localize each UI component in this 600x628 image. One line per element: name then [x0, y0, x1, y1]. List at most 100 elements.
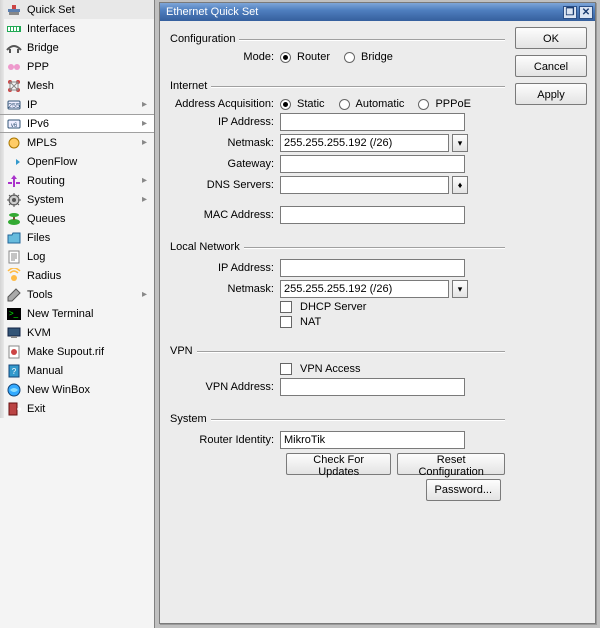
sidebar-item-interfaces[interactable]: Interfaces	[0, 19, 154, 38]
local-netmask-label: Netmask:	[170, 283, 280, 295]
ok-button[interactable]: OK	[515, 27, 587, 49]
vpn-addr-input[interactable]	[280, 378, 465, 396]
sidebar-item-label: IPv6	[27, 118, 142, 130]
mode-bridge-radio[interactable]	[344, 52, 355, 63]
group-title: Configuration	[170, 33, 239, 45]
routing-icon	[6, 173, 22, 189]
sidebar-item-label: Log	[27, 251, 150, 263]
inet-dns-input[interactable]	[280, 176, 449, 194]
acq-auto-label[interactable]: Automatic	[356, 98, 405, 110]
mpls-icon	[6, 135, 22, 151]
system-icon	[6, 192, 22, 208]
inet-gw-input[interactable]	[280, 155, 465, 173]
svg-text:v6: v6	[11, 123, 18, 129]
sidebar-item-label: IP	[27, 99, 142, 111]
quickset-window: Ethernet Quick Set ❐ ✕ Configuration Mod…	[159, 2, 596, 624]
sidebar-item-make-supout-rif[interactable]: Make Supout.rif	[0, 342, 154, 361]
local-ip-input[interactable]	[280, 259, 465, 277]
sidebar-item-new-winbox[interactable]: New WinBox	[0, 380, 154, 399]
sidebar-item-radius[interactable]: Radius	[0, 266, 154, 285]
nat-label[interactable]: NAT	[300, 316, 321, 328]
window-title: Ethernet Quick Set	[166, 6, 561, 18]
sidebar-item-openflow[interactable]: OpenFlow	[0, 152, 154, 171]
sidebar-item-exit[interactable]: Exit	[0, 399, 154, 418]
titlebar[interactable]: Ethernet Quick Set ❐ ✕	[160, 3, 595, 21]
kvm-icon	[6, 325, 22, 341]
close-button[interactable]: ✕	[579, 6, 593, 19]
inet-ip-input[interactable]	[280, 113, 465, 131]
sidebar-item-files[interactable]: Files	[0, 228, 154, 247]
svg-text:?: ?	[12, 367, 17, 376]
acq-pppoe-label[interactable]: PPPoE	[435, 98, 470, 110]
check-updates-button[interactable]: Check For Updates	[286, 453, 391, 475]
winbox-icon	[6, 382, 22, 398]
sidebar-item-quick-set[interactable]: Quick Set	[0, 0, 154, 19]
ip-icon: 255	[6, 97, 22, 113]
inet-mac-input[interactable]	[280, 206, 465, 224]
ipv6-icon: v6	[6, 116, 22, 132]
sidebar-item-manual[interactable]: ?Manual	[0, 361, 154, 380]
inet-netmask-dropdown[interactable]: ▾	[452, 134, 468, 152]
password-button[interactable]: Password...	[426, 479, 501, 501]
terminal-icon: >_	[6, 306, 22, 322]
inet-netmask-input[interactable]: 255.255.255.192 (/26)	[280, 134, 449, 152]
apply-button[interactable]: Apply	[515, 83, 587, 105]
sidebar-item-label: OpenFlow	[27, 156, 150, 168]
sidebar-item-routing[interactable]: Routing▸	[0, 171, 154, 190]
nat-checkbox[interactable]	[280, 316, 292, 328]
sidebar-item-ip[interactable]: 255IP▸	[0, 95, 154, 114]
mode-label: Mode:	[170, 51, 280, 63]
sidebar-item-ppp[interactable]: PPP	[0, 57, 154, 76]
sidebar-item-kvm[interactable]: KVM	[0, 323, 154, 342]
reset-config-button[interactable]: Reset Configuration	[397, 453, 505, 475]
sidebar-item-mpls[interactable]: MPLS▸	[0, 133, 154, 152]
group-local: Local Network IP Address: Netmask: 255.2…	[170, 235, 505, 331]
sidebar-item-new-terminal[interactable]: >_New Terminal	[0, 304, 154, 323]
mode-router-radio[interactable]	[280, 52, 291, 63]
dhcp-label[interactable]: DHCP Server	[300, 301, 366, 313]
local-netmask-dropdown[interactable]: ▾	[452, 280, 468, 298]
sidebar-item-label: Tools	[27, 289, 142, 301]
dhcp-checkbox[interactable]	[280, 301, 292, 313]
queues-icon	[6, 211, 22, 227]
restore-button[interactable]: ❐	[563, 6, 577, 19]
vpn-addr-label: VPN Address:	[170, 381, 280, 393]
group-system: System Router Identity: Check For Update…	[170, 407, 505, 505]
quickset-icon	[6, 2, 22, 18]
acq-pppoe-radio[interactable]	[418, 99, 429, 110]
form-area: Configuration Mode: Router Bridge	[160, 21, 511, 623]
inet-dns-spin[interactable]: ♦	[452, 176, 468, 194]
sidebar-item-system[interactable]: System▸	[0, 190, 154, 209]
sidebar-item-mesh[interactable]: Mesh	[0, 76, 154, 95]
sidebar-item-label: Routing	[27, 175, 142, 187]
local-netmask-input[interactable]: 255.255.255.192 (/26)	[280, 280, 449, 298]
acq-static-radio[interactable]	[280, 99, 291, 110]
manual-icon: ?	[6, 363, 22, 379]
identity-label: Router Identity:	[170, 434, 280, 446]
vpn-access-label[interactable]: VPN Access	[300, 363, 361, 375]
sidebar-item-ipv6[interactable]: v6 IPv6▸	[0, 114, 154, 133]
acq-label: Address Acquisition:	[170, 98, 280, 110]
chevron-right-icon: ▸	[142, 289, 150, 300]
group-internet: Internet Address Acquisition: Static Aut…	[170, 74, 505, 227]
sidebar-item-queues[interactable]: Queues	[0, 209, 154, 228]
mode-router-label[interactable]: Router	[297, 51, 330, 63]
divider	[239, 39, 505, 40]
bridge-icon	[6, 40, 22, 56]
button-column: OK Cancel Apply	[511, 21, 595, 623]
vpn-access-checkbox[interactable]	[280, 363, 292, 375]
acq-static-label[interactable]: Static	[297, 98, 325, 110]
sidebar-item-log[interactable]: Log	[0, 247, 154, 266]
chevron-right-icon: ▸	[142, 137, 150, 148]
files-icon	[6, 230, 22, 246]
sidebar-item-bridge[interactable]: Bridge	[0, 38, 154, 57]
divider	[211, 86, 505, 87]
inet-netmask-label: Netmask:	[170, 137, 280, 149]
identity-input[interactable]	[280, 431, 465, 449]
sidebar-item-tools[interactable]: Tools▸	[0, 285, 154, 304]
mode-bridge-label[interactable]: Bridge	[361, 51, 393, 63]
chevron-right-icon: ▸	[142, 118, 150, 129]
cancel-button[interactable]: Cancel	[515, 55, 587, 77]
acq-auto-radio[interactable]	[339, 99, 350, 110]
sidebar-item-label: MPLS	[27, 137, 142, 149]
